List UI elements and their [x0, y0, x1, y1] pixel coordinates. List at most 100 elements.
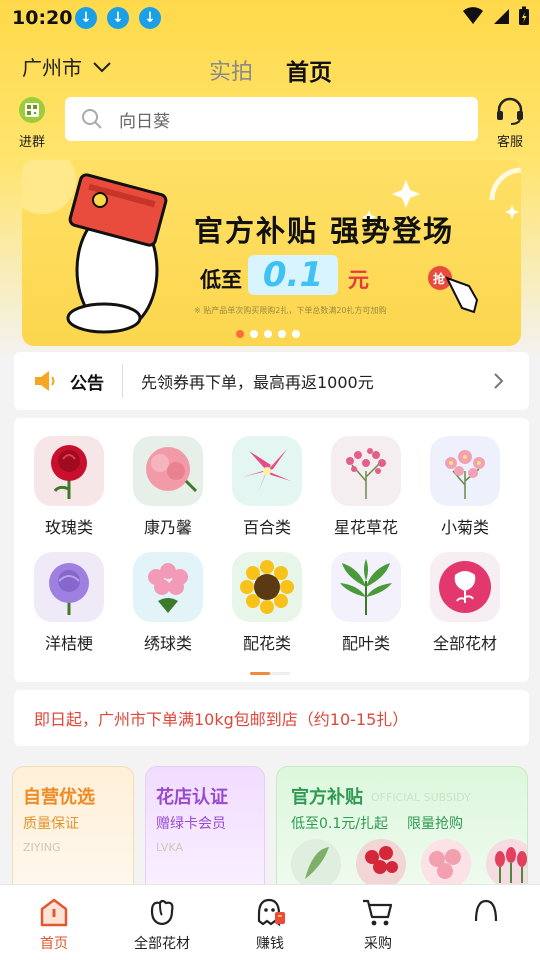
banner-unit: 元	[348, 268, 369, 292]
promo-banner[interactable]: 抢 官方补贴 强势登场 低至 0.1 元 ※ 贴产品单次购买限购2扎，下单总数满…	[22, 160, 521, 346]
category-scroll-indicator	[250, 672, 290, 675]
rose-icon	[34, 436, 104, 506]
category-item-filler[interactable]: 配花类	[222, 552, 312, 654]
earn-money-icon	[253, 895, 287, 929]
city-label: 广州市	[22, 56, 82, 80]
join-group-label: 进群	[18, 135, 45, 150]
category-item-foliage[interactable]: 配叶类	[321, 552, 411, 654]
notice-bar[interactable]: 公告 先领券再下单，最高再返1000元	[14, 352, 529, 410]
subsidy-product-thumbs	[291, 839, 527, 889]
banner-dot[interactable]	[292, 330, 300, 338]
headset-icon	[497, 97, 523, 125]
banner-title: 官方补贴 强势登场	[194, 214, 455, 248]
category-item-eustoma[interactable]: 洋桔梗	[24, 552, 114, 654]
banner-note: ※ 贴产品单次购买限购2扎，下单总数满20扎方可加购	[194, 306, 387, 315]
daisy-icon	[430, 436, 500, 506]
nav-label: 采购	[364, 936, 392, 952]
category-label: 绣球类	[143, 634, 192, 653]
category-label: 洋桔梗	[44, 634, 93, 653]
nav-item-earn[interactable]: 赚钱	[225, 895, 315, 953]
svg-text:抢: 抢	[433, 271, 446, 286]
category-label: 配叶类	[341, 634, 390, 653]
category-item-all[interactable]: 全部花材	[420, 552, 510, 654]
banner-pagination	[236, 330, 300, 338]
card-huadian[interactable]: 花店认证 赠绿卡会员 LVKA	[145, 766, 265, 896]
category-item-carnation[interactable]: 康乃馨	[123, 436, 213, 538]
category-label: 百合类	[242, 518, 291, 537]
wechat-group-icon	[19, 97, 45, 123]
carnation-icon	[133, 436, 203, 506]
card-subtitle: 质量保证	[23, 816, 79, 832]
card-subtitle: 限量抢购	[407, 816, 463, 832]
card-subtitle: 低至0.1元/扎起	[291, 816, 388, 832]
customer-service-button[interactable]: 客服	[494, 96, 526, 150]
all-flowers-icon	[430, 552, 500, 622]
banner-dot[interactable]	[250, 330, 258, 338]
search-input[interactable]: 向日葵	[65, 97, 478, 141]
notice-text: 先领券再下单，最高再返1000元	[141, 373, 374, 392]
nav-label: 首页	[40, 936, 68, 952]
chevron-down-icon	[93, 61, 111, 72]
category-label: 玫瑰类	[44, 518, 93, 537]
card-en-label: LVKA	[156, 841, 183, 854]
category-item-rose[interactable]: 玫瑰类	[24, 436, 114, 538]
banner-price-box: 0.1	[248, 255, 338, 295]
card-subtitle: 赠绿卡会员	[156, 816, 226, 832]
notice-label: 公告	[70, 373, 104, 394]
tab-home[interactable]: 首页	[286, 53, 332, 87]
category-item-lily[interactable]: 百合类	[222, 436, 312, 538]
tab-shipai[interactable]: 实拍	[209, 54, 253, 86]
wifi-icon	[463, 7, 483, 24]
nav-item-all-flowers[interactable]: 全部花材	[117, 895, 207, 953]
nav-label: 全部花材	[134, 936, 190, 952]
download-icon: ↓	[75, 7, 97, 29]
service-label: 客服	[496, 135, 523, 150]
category-label: 配花类	[242, 634, 291, 653]
join-group-button[interactable]: 进群	[16, 96, 48, 150]
category-item-gypsophila[interactable]: 星花草花	[321, 436, 411, 538]
card-en-label: OFFICIAL SUBSIDY	[371, 791, 471, 804]
category-grid: 玫瑰类 康乃馨 百合类 星花草花 小菊类 洋桔梗 绣球类 配花类 配叶类 全部花…	[14, 418, 529, 682]
product-thumb[interactable]	[291, 839, 341, 889]
nav-label: 赚钱	[256, 936, 284, 952]
eustoma-icon	[34, 552, 104, 622]
hydrangea-icon	[133, 552, 203, 622]
signal-icon	[494, 9, 509, 24]
gypsophila-icon	[331, 436, 401, 506]
category-item-hydrangea[interactable]: 绣球类	[123, 552, 213, 654]
shipping-text: 即日起，广州市下单满10kg包邮到店（约10-15扎）	[34, 710, 409, 729]
nav-item-purchase[interactable]: 采购	[333, 895, 423, 953]
banner-dot[interactable]	[278, 330, 286, 338]
nav-item-profile[interactable]	[441, 895, 531, 933]
status-time: 10:20	[12, 7, 73, 29]
cart-icon	[361, 895, 395, 929]
banner-decoration: 抢	[22, 160, 521, 334]
banner-dot[interactable]	[236, 330, 244, 338]
lily-icon	[232, 436, 302, 506]
product-thumb[interactable]	[356, 839, 406, 889]
banner-low-prefix: 低至	[200, 268, 242, 292]
home-icon	[37, 895, 71, 929]
category-label: 星花草花	[333, 518, 398, 537]
product-thumb[interactable]	[421, 839, 471, 889]
notice-divider	[122, 364, 123, 398]
download-icon: ↓	[107, 7, 129, 29]
category-label: 康乃馨	[143, 518, 192, 537]
card-guanfang[interactable]: 官方补贴 OFFICIAL SUBSIDY 低至0.1元/扎起 限量抢购	[276, 766, 528, 896]
card-ziying[interactable]: 自营优选 质量保证 ZIYING	[12, 766, 134, 896]
card-title: 官方补贴	[291, 787, 363, 808]
city-selector[interactable]: 广州市	[22, 52, 112, 81]
product-thumb[interactable]	[486, 839, 527, 889]
card-en-label: ZIYING	[23, 841, 61, 854]
category-item-daisy[interactable]: 小菊类	[420, 436, 510, 538]
banner-dot[interactable]	[264, 330, 272, 338]
search-placeholder: 向日葵	[119, 111, 170, 132]
bottom-nav: 首页 全部花材 赚钱 采购	[0, 884, 540, 960]
nav-item-home[interactable]: 首页	[9, 895, 99, 953]
sunflower-icon	[232, 552, 302, 622]
download-icon: ↓	[139, 7, 161, 29]
shipping-notice[interactable]: 即日起，广州市下单满10kg包邮到店（约10-15扎）	[14, 690, 529, 746]
status-bar: 10:20 ↓ ↓ ↓	[0, 0, 540, 36]
card-title: 自营优选	[23, 787, 95, 808]
chevron-right-icon	[494, 373, 504, 389]
